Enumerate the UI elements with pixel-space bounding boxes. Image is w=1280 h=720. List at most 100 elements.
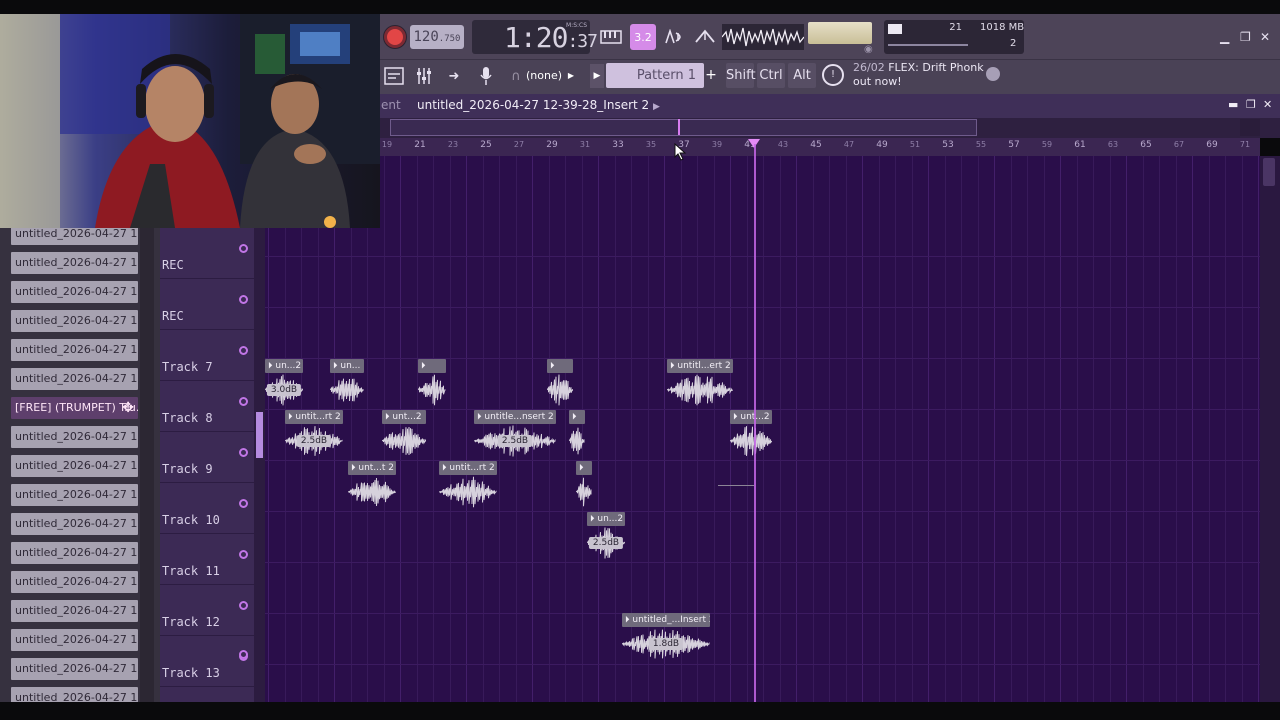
audio-clip[interactable]: ⏵ untit...rt 2	[438, 461, 497, 509]
audio-clip[interactable]: ⏵ unt...t 2	[347, 461, 397, 509]
audio-clip[interactable]: ⏵ untit...rt 2 2.5dB	[284, 410, 343, 458]
track-enable-icon[interactable]	[239, 499, 248, 508]
audio-clip[interactable]: ⏵	[546, 359, 573, 407]
drag-move-icon[interactable]: ✥	[122, 397, 134, 419]
playlist-view-icon[interactable]	[382, 64, 406, 88]
playlist-maximize-icon[interactable]: ❐	[1246, 98, 1256, 111]
track-enable-icon[interactable]	[239, 244, 248, 253]
clip-label[interactable]: ⏵ untitl...ert 2	[667, 359, 733, 373]
tempo-display[interactable]: 120.750	[410, 25, 464, 49]
clip-gain-badge: 2.5dB	[296, 435, 332, 447]
grid-line	[1242, 156, 1243, 702]
track-enable-icon[interactable]	[239, 601, 248, 610]
vertical-scrollbar[interactable]	[1260, 156, 1280, 702]
clip-label[interactable]: ⏵ un...	[330, 359, 364, 373]
clip-label[interactable]: ⏵ untitle...nsert 2	[474, 410, 556, 424]
mixer-target-select[interactable]: (none) ▶	[508, 66, 584, 86]
mouse-cursor-icon	[674, 142, 688, 161]
playlist-title[interactable]: untitled_2026-04-27 12-39-28_Insert 2 ▶	[417, 98, 660, 112]
master-pitch-knob-icon[interactable]: ◉	[864, 44, 873, 55]
grid-line	[1176, 156, 1177, 702]
cpu-bar	[888, 24, 902, 34]
track-row-separator	[265, 358, 1260, 359]
grid-line	[1126, 156, 1127, 702]
track-enable-icon[interactable]	[239, 346, 248, 355]
ctrl-button[interactable]: Ctrl	[757, 63, 785, 88]
track-enable-icon[interactable]	[239, 650, 248, 659]
clip-label[interactable]: ⏵ unt...2	[382, 410, 426, 424]
metronome-icon[interactable]	[692, 24, 718, 50]
step-edit-icon[interactable]: 3.2	[630, 24, 656, 50]
maximize-icon[interactable]: ❐	[1240, 30, 1251, 44]
audio-clip[interactable]: ⏵	[417, 359, 446, 407]
add-pattern-button[interactable]: +	[704, 63, 718, 88]
clip-label[interactable]: ⏵ un...2	[587, 512, 625, 526]
audio-clip[interactable]: ⏵ un...2 3.0dB	[264, 359, 303, 407]
clip-label[interactable]: ⏵	[418, 359, 446, 373]
clip-label[interactable]: ⏵	[576, 461, 592, 475]
mixer-icon[interactable]	[412, 64, 436, 88]
browser-item[interactable]: untitled_2026-04-27 12-...	[11, 368, 138, 390]
minimize-icon[interactable]: ▁	[1220, 30, 1229, 44]
browser-item[interactable]: untitled_2026-04-27 12-...	[11, 513, 138, 535]
wait-for-input-icon[interactable]	[662, 24, 688, 50]
overview-scroll-window[interactable]	[390, 119, 977, 136]
pattern-prev-button[interactable]: ▶	[590, 64, 604, 88]
clip-label[interactable]: ⏵	[569, 410, 585, 424]
time-unit-label: M:S:CS	[566, 22, 588, 29]
audio-clip[interactable]: ⏵ unt...2	[729, 410, 773, 458]
browser-item[interactable]: untitled_2026-04-27 12-...	[11, 571, 138, 593]
playlist-minimize-icon[interactable]: ▬	[1228, 98, 1238, 111]
audio-clip[interactable]: ⏵ untitl...ert 2	[666, 359, 734, 407]
typing-keyboard-icon[interactable]	[598, 24, 624, 50]
browser-item[interactable]: untitled_2026-04-27 12-...	[11, 455, 138, 477]
online-globe-icon[interactable]	[986, 67, 1000, 81]
audio-clip[interactable]: ⏵ un...2 2.5dB	[586, 512, 625, 560]
browser-item[interactable]: untitled_2026-04-27 12-...	[11, 310, 138, 332]
pattern-selector[interactable]: Pattern 1	[606, 63, 704, 88]
track-enable-icon[interactable]	[239, 448, 248, 457]
clip-label[interactable]: ⏵	[547, 359, 573, 373]
arrow-right-icon[interactable]: ➜	[442, 64, 466, 88]
audio-clip[interactable]: ⏵	[568, 410, 585, 458]
shift-button[interactable]: Shift	[726, 63, 756, 88]
vertical-scrollbar-thumb[interactable]	[1263, 158, 1275, 186]
news-icon[interactable]: !	[822, 64, 844, 86]
clip-label[interactable]: ⏵ untit...rt 2	[439, 461, 497, 475]
playlist-close-icon[interactable]: ✕	[1263, 98, 1272, 111]
microphone-icon[interactable]	[474, 64, 498, 88]
memory-value: 1018 MB	[980, 22, 1025, 33]
clip-label[interactable]: ⏵ unt...t 2	[348, 461, 396, 475]
browser-item[interactable]: [FREE] (TRUMPET) Tru... ✥	[11, 397, 138, 419]
alt-button[interactable]: Alt	[788, 63, 816, 88]
browser-item[interactable]: untitled_2026-04-27 12-...	[11, 542, 138, 564]
browser-item[interactable]: untitled_2026-04-27 12-...	[11, 600, 138, 622]
overview-scroll-end[interactable]	[1240, 119, 1260, 136]
browser-item[interactable]: untitled_2026-04-27 12-...	[11, 658, 138, 680]
record-button[interactable]	[384, 26, 406, 48]
browser-item[interactable]: untitled_2026-04-27 12-...	[11, 426, 138, 448]
browser-scrollbar[interactable]	[140, 228, 154, 702]
browser-item[interactable]: untitled_2026-04-27 12-...	[11, 484, 138, 506]
clip-label[interactable]: ⏵ un...2	[265, 359, 303, 373]
clip-label[interactable]: ⏵ unt...2	[730, 410, 772, 424]
track-enable-icon[interactable]	[239, 550, 248, 559]
track-enable-icon[interactable]	[239, 397, 248, 406]
close-icon[interactable]: ✕	[1260, 30, 1270, 44]
news-ticker[interactable]: 26/02 FLEX: Drift Phonk out now!	[853, 61, 993, 89]
audio-clip[interactable]: ⏵ un...	[329, 359, 364, 407]
grid-line	[862, 156, 863, 702]
audio-clip[interactable]: ⏵ untitled_...Insert 2 1.8dB	[621, 613, 710, 661]
audio-clip[interactable]: ⏵	[575, 461, 592, 509]
master-volume-meter[interactable]	[808, 22, 872, 44]
track-enable-icon[interactable]	[239, 295, 248, 304]
browser-item[interactable]: untitled_2026-04-27 12-...	[11, 252, 138, 274]
browser-item[interactable]: untitled_2026-04-27 12-...	[11, 281, 138, 303]
clip-label[interactable]: ⏵ untitled_...Insert 2	[622, 613, 710, 627]
audio-clip[interactable]: ⏵ untitle...nsert 2 2.5dB	[473, 410, 556, 458]
browser-item[interactable]: untitled_2026-04-27 12-...	[11, 339, 138, 361]
audio-clip[interactable]: ⏵ unt...2	[381, 410, 426, 458]
browser-item[interactable]: untitled_2026-04-27 12-...	[11, 629, 138, 651]
grid-line	[433, 156, 434, 702]
clip-label[interactable]: ⏵ untit...rt 2	[285, 410, 343, 424]
